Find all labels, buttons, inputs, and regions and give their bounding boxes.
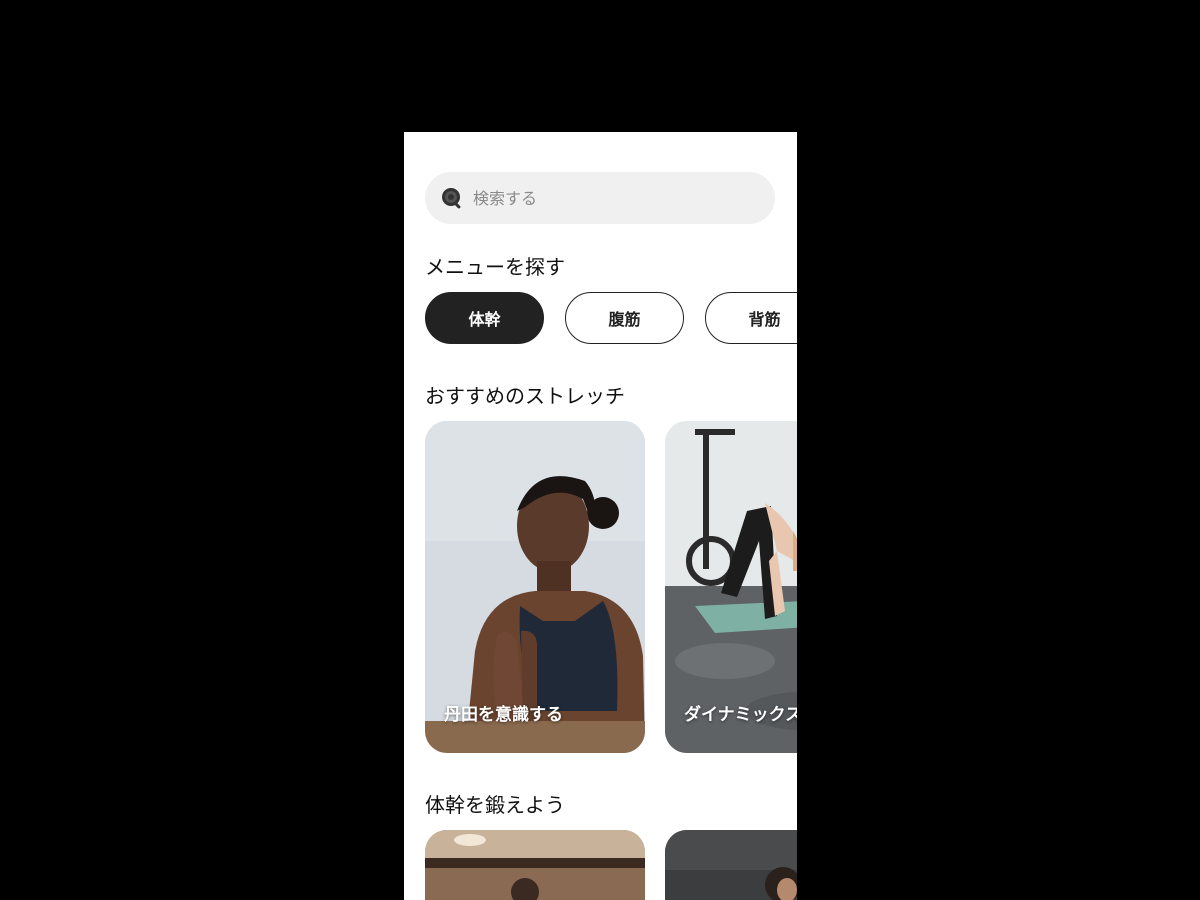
- category-chips: 体幹 腹筋 背筋: [425, 292, 797, 344]
- core-card[interactable]: [665, 830, 797, 900]
- chip-core[interactable]: 体幹: [425, 292, 544, 344]
- search-icon: [441, 187, 463, 209]
- core-card[interactable]: [425, 830, 645, 900]
- chip-back[interactable]: 背筋: [705, 292, 797, 344]
- stretch-card[interactable]: 丹田を意識する: [425, 421, 645, 753]
- search-bar[interactable]: [425, 172, 775, 224]
- search-input[interactable]: [471, 187, 755, 209]
- chip-abs[interactable]: 腹筋: [565, 292, 684, 344]
- stretch-section-title: おすすめのストレッチ: [425, 384, 625, 408]
- workout-photo: [665, 830, 797, 900]
- stretch-card-label: ダイナミックス: [684, 705, 797, 725]
- gym-trainer-photo: [425, 830, 645, 900]
- stretch-card-list: 丹田を意識する ダイナミックス: [425, 421, 797, 753]
- menu-section-title: メニューを探す: [425, 255, 565, 279]
- core-section-title: 体幹を鍛えよう: [425, 793, 565, 817]
- core-card-list: [425, 830, 797, 900]
- stretch-card[interactable]: ダイナミックス: [665, 421, 797, 753]
- stretch-card-label: 丹田を意識する: [444, 705, 563, 725]
- app-screen: メニューを探す 体幹 腹筋 背筋 おすすめのストレッチ: [404, 132, 797, 900]
